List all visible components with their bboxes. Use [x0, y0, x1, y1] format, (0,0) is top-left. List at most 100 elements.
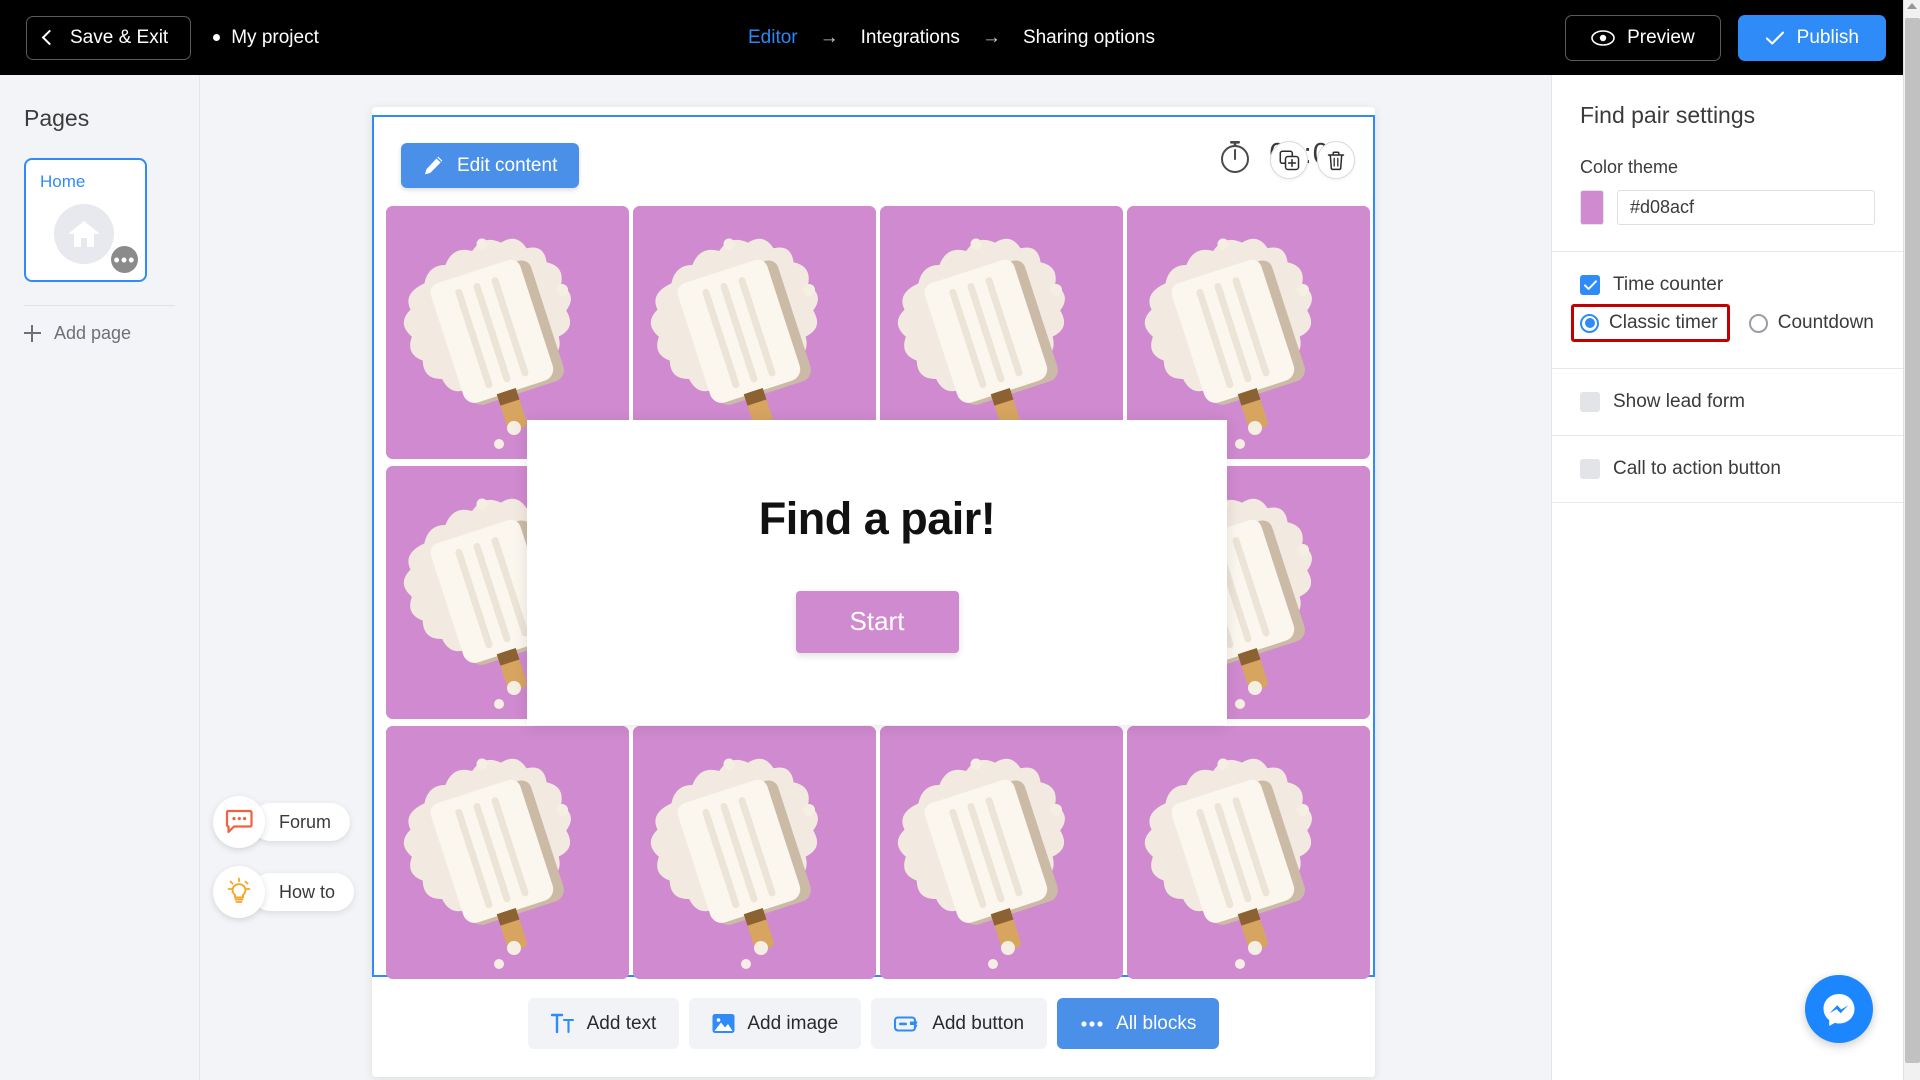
find-pair-block[interactable]: Moves: 0 00:00: [372, 115, 1375, 979]
color-theme-label: Color theme: [1580, 157, 1679, 177]
forum-label: Forum: [279, 811, 332, 832]
eye-icon: [1591, 29, 1615, 46]
memory-card[interactable]: [880, 726, 1123, 979]
edit-content-button[interactable]: Edit content: [401, 143, 580, 188]
classic-timer-label: Classic timer: [1609, 312, 1718, 333]
settings-panel: Find pair settings Color theme Time coun…: [1551, 75, 1903, 1080]
duplicate-icon: [1279, 150, 1299, 170]
messenger-chat-button[interactable]: [1805, 975, 1873, 1043]
breadcrumb-integrations[interactable]: Integrations: [861, 27, 960, 49]
memory-card[interactable]: [633, 726, 876, 979]
scrollbar-thumb[interactable]: [1905, 18, 1920, 1063]
publish-label: Publish: [1796, 26, 1859, 48]
project-name[interactable]: My project: [213, 27, 319, 49]
breadcrumb-sharing-options[interactable]: Sharing options: [1023, 27, 1155, 49]
page-menu-button[interactable]: •••: [111, 246, 138, 273]
panel-divider-3: [1552, 435, 1903, 436]
scroll-up-arrow-icon[interactable]: [1907, 3, 1917, 9]
time-counter-checkbox[interactable]: [1580, 275, 1600, 295]
pages-sidebar: Pages Home ••• Add page: [0, 75, 200, 1080]
classic-timer-radio[interactable]: [1580, 313, 1599, 333]
chat-bubble-icon: [225, 809, 253, 834]
start-button[interactable]: Start: [795, 590, 959, 653]
forum-label-pill[interactable]: Forum: [251, 803, 351, 841]
breadcrumb-arrow-icon-2: →: [981, 26, 1001, 48]
breadcrumb-editor[interactable]: Editor: [748, 27, 798, 49]
pencil-icon: [425, 156, 443, 175]
all-blocks-label: All blocks: [1116, 1012, 1197, 1034]
call-to-action-row[interactable]: Call to action button: [1552, 458, 1903, 480]
time-counter-row[interactable]: Time counter: [1552, 274, 1903, 296]
canvas-area: Moves: 0 00:00: [200, 75, 1551, 1080]
show-lead-form-label: Show lead form: [1613, 391, 1746, 412]
page-thumbnail-label: Home: [40, 172, 86, 191]
duplicate-block-button[interactable]: [1270, 141, 1308, 179]
color-theme-section: Color theme: [1552, 157, 1903, 225]
add-button-button[interactable]: Add button: [871, 998, 1048, 1049]
memory-card[interactable]: [386, 726, 629, 979]
check-icon: [1765, 31, 1784, 45]
forum-icon-wrapper[interactable]: [213, 796, 265, 848]
forum-help-button[interactable]: Forum: [213, 796, 351, 848]
button-icon: [894, 1015, 918, 1032]
countdown-radio[interactable]: [1748, 313, 1768, 333]
color-hex-input[interactable]: [1617, 190, 1875, 225]
color-swatch[interactable]: [1580, 190, 1604, 225]
all-blocks-button[interactable]: All blocks: [1057, 998, 1220, 1049]
howto-label-pill[interactable]: How to: [251, 873, 355, 911]
panel-divider-2: [1552, 368, 1903, 369]
top-bar: Save & Exit My project Editor → Integrat…: [0, 0, 1903, 75]
lightbulb-icon: [227, 877, 251, 903]
sidebar-divider: [24, 305, 175, 306]
trash-icon: [1327, 150, 1345, 170]
add-page-label: Add page: [54, 323, 132, 343]
editor-app: Save & Exit My project Editor → Integrat…: [0, 0, 1920, 1080]
howto-help-button[interactable]: How to: [213, 866, 355, 918]
chevron-left-icon: [41, 29, 58, 46]
add-button-label: Add button: [932, 1012, 1025, 1034]
memory-card[interactable]: [1127, 726, 1370, 979]
page-thumbnail-home[interactable]: Home •••: [24, 158, 147, 282]
top-bar-right: Preview Publish: [1565, 0, 1886, 75]
publish-button[interactable]: Publish: [1737, 14, 1886, 61]
settings-panel-title: Find pair settings: [1580, 102, 1756, 128]
modal-title: Find a pair!: [758, 492, 996, 544]
delete-block-button[interactable]: [1317, 141, 1355, 179]
show-lead-form-checkbox[interactable]: [1580, 392, 1600, 412]
top-bar-left: Save & Exit My project: [0, 15, 319, 60]
ellipsis-icon: [1081, 1020, 1103, 1027]
panel-divider-1: [1552, 251, 1903, 252]
color-theme-row: [1580, 190, 1875, 225]
stopwatch-icon: [1221, 140, 1250, 173]
time-counter-label: Time counter: [1613, 274, 1724, 295]
start-game-modal: Find a pair! Start: [527, 420, 1227, 725]
save-and-exit-button[interactable]: Save & Exit: [26, 15, 192, 60]
home-icon: [68, 221, 100, 247]
howto-icon-wrapper[interactable]: [213, 866, 265, 918]
text-icon: [550, 1013, 574, 1034]
call-to-action-label: Call to action button: [1613, 458, 1781, 479]
add-image-label: Add image: [747, 1012, 839, 1034]
project-status-dot-icon: [213, 34, 221, 41]
show-lead-form-row[interactable]: Show lead form: [1552, 391, 1903, 413]
image-icon: [712, 1014, 735, 1033]
countdown-option[interactable]: Countdown: [1737, 304, 1874, 342]
call-to-action-checkbox[interactable]: [1580, 459, 1600, 479]
plus-icon: [24, 325, 41, 342]
check-icon: [1583, 279, 1597, 290]
breadcrumb-arrow-icon-1: →: [819, 26, 839, 48]
home-icon-wrapper: [54, 204, 114, 264]
classic-timer-option[interactable]: Classic timer: [1571, 304, 1730, 342]
howto-label: How to: [279, 881, 336, 902]
add-page-button[interactable]: Add page: [24, 323, 199, 344]
edit-content-label: Edit content: [457, 154, 558, 176]
pages-title: Pages: [24, 105, 90, 131]
add-image-button[interactable]: Add image: [689, 998, 862, 1049]
countdown-label: Countdown: [1777, 312, 1874, 333]
add-text-button[interactable]: Add text: [527, 998, 680, 1049]
save-and-exit-label: Save & Exit: [70, 26, 169, 48]
page-canvas: Moves: 0 00:00: [372, 107, 1375, 1077]
page-scrollbar[interactable]: [1903, 0, 1920, 1080]
preview-label: Preview: [1627, 26, 1695, 48]
preview-button[interactable]: Preview: [1565, 14, 1721, 61]
